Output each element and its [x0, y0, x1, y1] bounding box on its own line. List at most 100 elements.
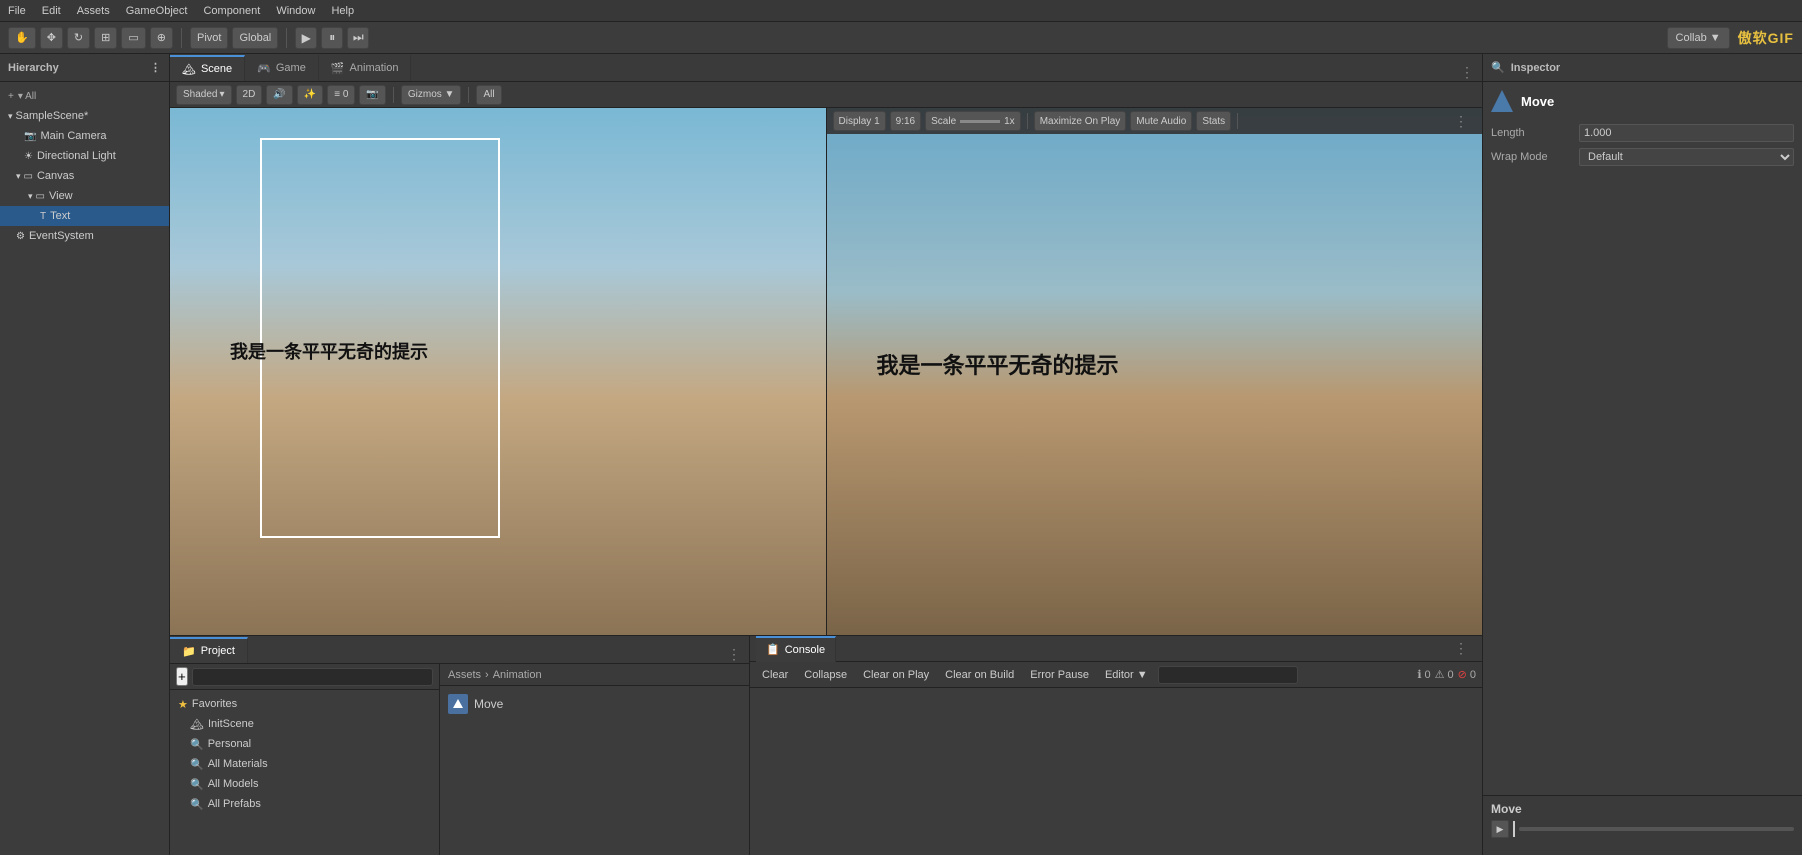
- list-item[interactable]: Move: [448, 690, 741, 718]
- all-button[interactable]: All: [476, 85, 501, 105]
- timeline-play-button[interactable]: ▶: [1491, 820, 1509, 838]
- scale-slider[interactable]: [960, 120, 1000, 123]
- collab-button[interactable]: Collab ▼: [1667, 27, 1730, 49]
- error-icon: ⊘: [1458, 668, 1467, 681]
- hierarchy-menu-button[interactable]: ⋮: [150, 61, 161, 74]
- init-scene-item[interactable]: 🏔 InitScene: [170, 714, 439, 734]
- inspector-component-row: Move: [1491, 90, 1794, 112]
- hand-tool-button[interactable]: ✋: [8, 27, 36, 49]
- search-icon: 🔍: [190, 738, 204, 751]
- toolbar-right: Collab ▼ 傲软GIF: [1667, 27, 1794, 49]
- timeline-bar[interactable]: [1519, 827, 1794, 831]
- info-count-value: 0: [1425, 669, 1431, 681]
- menu-window[interactable]: Window: [276, 5, 315, 17]
- 2d-button[interactable]: 2D: [236, 85, 263, 105]
- project-tab-more[interactable]: ⋮: [719, 646, 749, 663]
- game-tab-more[interactable]: ⋮: [1446, 113, 1476, 130]
- move-tool-button[interactable]: ✥: [40, 27, 63, 49]
- tab-scene[interactable]: 🏔 Scene: [170, 55, 245, 81]
- menu-edit[interactable]: Edit: [42, 5, 61, 17]
- tab-project[interactable]: 📁 Project: [170, 637, 248, 663]
- hierarchy-item-view[interactable]: ▾ ▭ View: [0, 186, 169, 206]
- scale-tool-button[interactable]: ⊞: [94, 27, 117, 49]
- gizmos-label: Gizmos ▼: [408, 89, 455, 100]
- info-icon: ℹ: [1417, 668, 1421, 681]
- watermark: 傲软GIF: [1738, 28, 1794, 48]
- game-viewport[interactable]: Display 1 9:16 Scale 1x Maximize On Pl: [826, 108, 1483, 635]
- personal-item[interactable]: 🔍 Personal: [170, 734, 439, 754]
- tab-console[interactable]: 📋 Console: [756, 636, 836, 662]
- info-count: ℹ 0: [1417, 668, 1430, 681]
- hierarchy-item-directional-light[interactable]: ☀ Directional Light: [0, 146, 169, 166]
- prefabs-icon: 🔍: [190, 798, 204, 811]
- error-pause-button[interactable]: Error Pause: [1024, 665, 1095, 685]
- transform-tool-button[interactable]: ⊕: [150, 27, 173, 49]
- hierarchy-item-event-system[interactable]: ⚙ EventSystem: [0, 226, 169, 246]
- tab-game[interactable]: 🎮 Game: [245, 55, 319, 81]
- shading-dropdown[interactable]: Shaded ▾: [176, 85, 232, 105]
- stats-button[interactable]: Stats: [1196, 111, 1231, 131]
- console-controls: Clear Collapse Clear on Play Clear on Bu…: [750, 662, 1482, 688]
- viewport-tab-more[interactable]: ⋮: [1452, 64, 1482, 81]
- editor-dropdown[interactable]: Editor ▼: [1099, 665, 1154, 685]
- menu-component[interactable]: Component: [203, 5, 260, 17]
- project-assets: Assets › Animation Move: [440, 664, 749, 855]
- scene-camera-button[interactable]: 📷: [359, 85, 385, 105]
- hierarchy-item-canvas[interactable]: ▾ ▭ Canvas: [0, 166, 169, 186]
- viewport-tabs-row: 🏔 Scene 🎮 Game 🎬 Animation ⋮: [170, 54, 1482, 82]
- wrap-mode-dropdown[interactable]: Default: [1579, 148, 1794, 166]
- tab-animation[interactable]: 🎬 Animation: [319, 55, 412, 81]
- ratio-dropdown[interactable]: 9:16: [890, 111, 921, 131]
- clear-on-play-button[interactable]: Clear on Play: [857, 665, 935, 685]
- rect-tool-button[interactable]: ▭: [121, 27, 145, 49]
- clear-on-build-button[interactable]: Clear on Build: [939, 665, 1020, 685]
- scene-chinese-text: 我是一条平平无奇的提示: [230, 338, 428, 364]
- console-toolbar: 📋 Console ⋮: [750, 636, 1482, 662]
- mute-audio-button[interactable]: Mute Audio: [1130, 111, 1192, 131]
- menu-assets[interactable]: Assets: [77, 5, 110, 17]
- materials-icon: 🔍: [190, 758, 204, 771]
- pause-button[interactable]: ⏸: [321, 27, 343, 49]
- hierarchy-item-main-camera[interactable]: 📷 Main Camera: [0, 126, 169, 146]
- scene-layers-button[interactable]: ≡ 0: [327, 85, 355, 105]
- console-search-input[interactable]: [1158, 666, 1298, 684]
- view-label: View: [49, 190, 73, 202]
- display-label: Display 1: [839, 116, 880, 127]
- hierarchy-scene[interactable]: ▾ SampleScene*: [0, 106, 169, 126]
- display-dropdown[interactable]: Display 1: [833, 111, 886, 131]
- all-prefabs-item[interactable]: 🔍 All Prefabs: [170, 794, 439, 814]
- all-label: All: [483, 89, 494, 100]
- viewport-area: 🏔 Scene 🎮 Game 🎬 Animation ⋮ Shaded ▾: [170, 54, 1482, 635]
- favorites-label: Favorites: [192, 698, 237, 710]
- clear-button[interactable]: Clear: [756, 665, 794, 685]
- dual-viewport: 我是一条平平无奇的提示 Display 1 9:16 Scale: [170, 108, 1482, 635]
- play-button[interactable]: ▶: [295, 27, 317, 49]
- all-materials-item[interactable]: 🔍 All Materials: [170, 754, 439, 774]
- fx-button[interactable]: ✨: [297, 85, 323, 105]
- maximize-on-play-button[interactable]: Maximize On Play: [1034, 111, 1127, 131]
- scene-icon: 🏔: [182, 63, 196, 76]
- length-input[interactable]: [1579, 124, 1794, 142]
- hierarchy-item-text[interactable]: T Text: [0, 206, 169, 226]
- rotate-tool-button[interactable]: ↻: [67, 27, 90, 49]
- menu-file[interactable]: File: [8, 5, 26, 17]
- console-tab-more[interactable]: ⋮: [1446, 636, 1476, 662]
- gizmos-button[interactable]: Gizmos ▼: [401, 85, 462, 105]
- audio-button[interactable]: 🔊: [266, 85, 292, 105]
- pivot-button[interactable]: Pivot: [190, 27, 228, 49]
- inspector-icon-small: 🔍: [1491, 61, 1505, 74]
- mute-label: Mute Audio: [1136, 116, 1186, 127]
- animation-tab-label: Animation: [350, 62, 399, 74]
- favorites-item[interactable]: ★ Favorites: [170, 694, 439, 714]
- menu-gameobject[interactable]: GameObject: [126, 5, 188, 17]
- collapse-button[interactable]: Collapse: [798, 665, 853, 685]
- project-add-button[interactable]: +: [176, 667, 188, 686]
- hierarchy-add-button[interactable]: + ▾ All: [0, 86, 169, 106]
- all-models-item[interactable]: 🔍 All Models: [170, 774, 439, 794]
- move-timeline: ▶: [1491, 820, 1794, 838]
- step-button[interactable]: ⏭: [347, 27, 369, 49]
- menu-help[interactable]: Help: [331, 5, 354, 17]
- scene-viewport[interactable]: 我是一条平平无奇的提示: [170, 108, 826, 635]
- global-button[interactable]: Global: [232, 27, 278, 49]
- project-search-input[interactable]: [192, 668, 433, 686]
